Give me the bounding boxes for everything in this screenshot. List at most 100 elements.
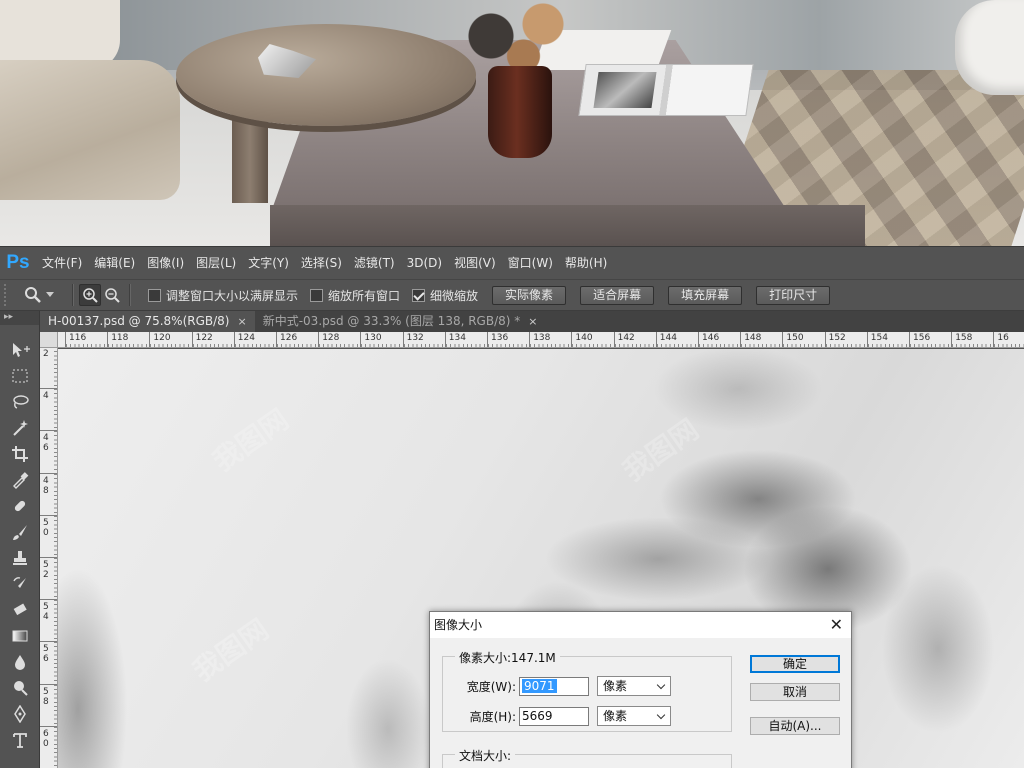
menu-window[interactable]: 窗口(W) bbox=[502, 247, 559, 280]
ruler-tick-label: 16 bbox=[997, 333, 1009, 343]
zoom-in-button[interactable] bbox=[79, 284, 101, 306]
history-brush-icon bbox=[13, 577, 26, 588]
ruler-tick: 140 bbox=[571, 332, 615, 347]
dodge-tool[interactable] bbox=[0, 675, 40, 701]
menu-3d[interactable]: 3D(D) bbox=[401, 247, 448, 280]
menu-image[interactable]: 图像(I) bbox=[141, 247, 190, 280]
pen-tool[interactable] bbox=[0, 701, 40, 727]
checkbox-box-checked[interactable] bbox=[412, 288, 426, 302]
dialog-titlebar[interactable]: 图像大小 ✕ bbox=[430, 612, 851, 638]
ruler-tick: 116 bbox=[65, 332, 108, 347]
chevron-down-icon bbox=[46, 292, 54, 297]
document-tabs: H-00137.psd @ 75.8%(RGB/8) × 新中式-03.psd … bbox=[40, 311, 1024, 332]
close-icon[interactable]: × bbox=[238, 311, 247, 332]
ruler-tick-label: 118 bbox=[111, 333, 129, 343]
actual-pixels-button[interactable]: 实际像素 bbox=[492, 285, 567, 305]
tab-xinzhongshi-03[interactable]: 新中式-03.psd @ 33.3% (图层 138, RGB/8) * × bbox=[255, 311, 546, 332]
fill-screen-button[interactable]: 填充屏幕 bbox=[668, 285, 743, 305]
gradient-tool[interactable] bbox=[0, 623, 40, 649]
clone-stamp-tool[interactable] bbox=[0, 545, 40, 571]
eyedropper-tool[interactable] bbox=[0, 467, 40, 493]
blur-tool[interactable] bbox=[0, 649, 40, 675]
history-brush-tool[interactable] bbox=[0, 571, 40, 597]
tab-h-00137[interactable]: H-00137.psd @ 75.8%(RGB/8) × bbox=[40, 311, 255, 332]
checkbox-box[interactable] bbox=[148, 288, 161, 302]
move-icon bbox=[13, 343, 30, 357]
ruler-tick: 6 0 bbox=[40, 725, 57, 768]
pixel-dimensions-group: 像素大小:147.1M 宽度(W): 9071 像素 高度(H): 5669 像… bbox=[442, 649, 732, 732]
menu-layer[interactable]: 图层(L) bbox=[190, 247, 242, 280]
fit-screen-button[interactable]: 适合屏幕 bbox=[580, 285, 655, 305]
watermark: 我图网 bbox=[616, 412, 705, 488]
menu-type[interactable]: 文字(Y) bbox=[242, 247, 295, 280]
move-tool[interactable] bbox=[0, 337, 40, 363]
ruler-tick-label: 4 bbox=[43, 391, 49, 402]
ruler-tick: 150 bbox=[782, 332, 826, 347]
checkbox-box[interactable] bbox=[310, 288, 324, 302]
cancel-button[interactable]: 取消 bbox=[750, 683, 840, 701]
width-input[interactable]: 9071 bbox=[519, 676, 589, 696]
close-icon[interactable]: × bbox=[528, 311, 537, 332]
bandage-icon bbox=[14, 500, 26, 512]
print-size-button[interactable]: 打印尺寸 bbox=[756, 285, 831, 305]
horizontal-ruler[interactable]: 116 118 120 122 124 126 128 130 132 134 136 138 140 1… bbox=[58, 332, 1024, 348]
type-tool[interactable] bbox=[0, 727, 40, 753]
ruler-tick-label: 128 bbox=[322, 333, 340, 343]
zoom-all-windows-checkbox[interactable]: 缩放所有窗口 bbox=[310, 287, 400, 304]
menu-help[interactable]: 帮助(H) bbox=[559, 247, 613, 280]
eraser-tool[interactable] bbox=[0, 597, 40, 623]
vertical-ruler[interactable]: 2 4 4 6 4 8 5 0 5 2 5 4 5 6 5 8 6 0 bbox=[40, 348, 58, 768]
separator bbox=[129, 284, 130, 306]
ruler-origin[interactable] bbox=[40, 332, 58, 348]
width-label: 宽度(W): bbox=[466, 679, 516, 694]
resize-windows-checkbox[interactable]: 调整窗口大小以满屏显示 bbox=[148, 287, 298, 304]
magic-wand-tool[interactable] bbox=[0, 415, 40, 441]
menu-edit[interactable]: 编辑(E) bbox=[88, 247, 141, 280]
healing-brush-tool[interactable] bbox=[0, 493, 40, 519]
tool-preset-picker[interactable] bbox=[24, 283, 66, 307]
close-icon[interactable]: ✕ bbox=[830, 612, 843, 638]
ruler-tick-label: 140 bbox=[575, 333, 593, 343]
brush-tool[interactable] bbox=[0, 519, 40, 545]
ruler-tick-label: 5 6 bbox=[43, 644, 49, 665]
marquee-tool[interactable] bbox=[0, 363, 40, 389]
pixel-dimensions-legend: 像素大小:147.1M bbox=[455, 649, 560, 666]
ruler-tick: 5 6 bbox=[40, 641, 57, 685]
zoom-out-button[interactable] bbox=[101, 284, 123, 306]
ruler-tick: 5 0 bbox=[40, 514, 57, 558]
crop-icon bbox=[12, 446, 28, 462]
scrubby-zoom-checkbox[interactable]: 细微缩放 bbox=[412, 287, 478, 304]
photo-side-table-leg bbox=[232, 108, 268, 203]
menu-file[interactable]: 文件(F) bbox=[36, 247, 88, 280]
ruler-tick: 130 bbox=[360, 332, 404, 347]
height-label: 高度(H): bbox=[469, 709, 516, 724]
menu-select[interactable]: 选择(S) bbox=[295, 247, 348, 280]
toolbox: ▸▸ bbox=[0, 311, 40, 768]
photo-vase bbox=[488, 66, 552, 158]
photo-book-picture bbox=[593, 72, 657, 108]
lasso-icon bbox=[13, 395, 29, 409]
ruler-tick: 126 bbox=[276, 332, 319, 347]
ruler-tick: 4 6 bbox=[40, 430, 57, 474]
height-input[interactable]: 5669 bbox=[519, 706, 589, 726]
width-unit-select[interactable]: 像素 bbox=[597, 676, 671, 696]
ruler-tick-label: 144 bbox=[659, 333, 677, 343]
options-grip[interactable] bbox=[4, 284, 12, 306]
ruler-tick: 146 bbox=[698, 332, 741, 347]
ruler-tick: 4 bbox=[40, 388, 57, 432]
menu-filter[interactable]: 滤镜(T) bbox=[348, 247, 401, 280]
crop-tool[interactable] bbox=[0, 441, 40, 467]
ruler-tick: 144 bbox=[655, 332, 699, 347]
photo-side-table bbox=[176, 24, 476, 126]
ruler-tick: 142 bbox=[613, 332, 657, 347]
magic-wand-icon bbox=[13, 420, 28, 436]
menu-view[interactable]: 视图(V) bbox=[448, 247, 502, 280]
gradient-icon bbox=[12, 630, 28, 642]
auto-button[interactable]: 自动(A)... bbox=[750, 717, 840, 735]
height-unit-select[interactable]: 像素 bbox=[597, 706, 671, 726]
ok-button[interactable]: 确定 bbox=[750, 655, 840, 673]
lasso-tool[interactable] bbox=[0, 389, 40, 415]
brush-icon bbox=[13, 525, 27, 540]
toolbox-collapse[interactable]: ▸▸ bbox=[0, 311, 39, 325]
ruler-tick-label: 148 bbox=[744, 333, 762, 343]
